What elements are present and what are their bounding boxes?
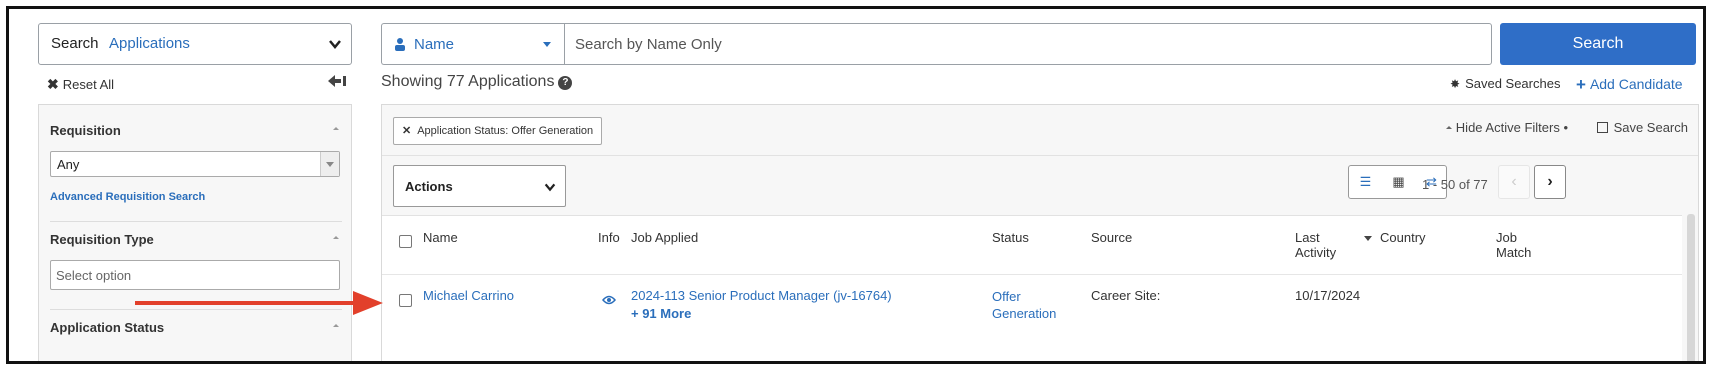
- search-scope-label: Search: [51, 35, 99, 52]
- reset-all-button[interactable]: ✖ Reset All: [47, 76, 114, 93]
- search-scope-value: Applications: [109, 35, 190, 52]
- search-field-label: Name: [414, 36, 455, 53]
- requisition-select-value: Any: [57, 157, 80, 172]
- collapse-panel-icon[interactable]: [327, 74, 347, 88]
- job-applied-link[interactable]: 2024-113 Senior Product Manager (jv-1676…: [631, 288, 892, 303]
- collapse-up-icon[interactable]: [333, 324, 339, 327]
- search-field-select[interactable]: Name: [381, 23, 564, 65]
- saved-searches-link[interactable]: ✸ Saved Searches: [1450, 76, 1560, 91]
- active-filter-label: Application Status: Offer Generation: [417, 125, 594, 137]
- add-candidate-label: Add Candidate: [1589, 76, 1683, 92]
- column-header-status[interactable]: Status: [992, 230, 1029, 245]
- column-header-source[interactable]: Source: [1091, 230, 1132, 245]
- plus-icon: +: [1576, 75, 1586, 94]
- status-link-line2: Generation: [992, 306, 1057, 321]
- results-panel: ✕ Application Status: Offer Generation Hi…: [381, 104, 1699, 361]
- status-link-line1: Offer: [992, 289, 1021, 304]
- chevron-down-icon: [544, 183, 556, 192]
- requisition-type-input-container: [50, 260, 340, 290]
- requisition-filter-title[interactable]: Requisition: [50, 123, 121, 138]
- application-status-filter-title[interactable]: Application Status: [50, 320, 164, 335]
- filter-panel: Requisition Any Advanced Requisition Sea…: [38, 104, 352, 361]
- column-header-job-applied[interactable]: Job Applied: [631, 230, 698, 245]
- app-window: Search Applications Name Search ✖Reset A…: [6, 6, 1706, 364]
- collapse-up-icon: [1445, 126, 1452, 129]
- results-count: Showing 77 Applications?: [381, 73, 573, 91]
- requisition-type-filter-title[interactable]: Requisition Type: [50, 232, 154, 247]
- search-scope-select[interactable]: Search Applications: [38, 23, 352, 65]
- divider: [382, 274, 1682, 275]
- last-activity-value: 10/17/2024: [1295, 288, 1361, 303]
- list-view-icon[interactable]: ☰: [1349, 166, 1382, 198]
- collapse-up-icon[interactable]: [333, 236, 339, 239]
- remove-filter-icon[interactable]: ✕: [402, 125, 411, 137]
- dropdown-arrow-icon: [320, 152, 339, 176]
- column-header-last-activity[interactable]: Last Activity: [1295, 230, 1336, 260]
- search-input-container: [564, 23, 1492, 65]
- caret-down-icon: [543, 42, 551, 47]
- person-icon: [395, 38, 405, 51]
- column-header-job-match[interactable]: Job Match: [1496, 230, 1531, 260]
- requisition-type-input[interactable]: [51, 261, 339, 289]
- candidate-name-link[interactable]: Michael Carrino: [423, 288, 514, 303]
- hide-active-filters-label: Hide Active Filters •: [1455, 120, 1568, 135]
- sort-desc-icon[interactable]: [1364, 236, 1372, 241]
- actions-dropdown[interactable]: Actions: [393, 165, 566, 207]
- saved-searches-label: Saved Searches: [1465, 76, 1561, 91]
- requisition-select[interactable]: Any: [50, 151, 340, 177]
- scrollbar[interactable]: [1687, 214, 1695, 361]
- divider: [50, 221, 342, 222]
- column-header-last-activity-line1: Last: [1295, 230, 1320, 245]
- column-header-info: Info: [598, 230, 620, 245]
- column-header-last-activity-line2: Activity: [1295, 245, 1337, 260]
- search-button[interactable]: Search: [1500, 23, 1696, 65]
- close-icon: ✖: [47, 76, 59, 92]
- grid-view-icon[interactable]: ▦: [1382, 166, 1415, 198]
- results-table: Name Info Job Applied Status Source Last…: [382, 215, 1682, 361]
- pagination-text: 1 - 50 of 77: [1422, 177, 1488, 192]
- advanced-requisition-search-link[interactable]: Advanced Requisition Search: [50, 191, 205, 203]
- save-icon: [1596, 122, 1608, 133]
- save-search-label: Save Search: [1613, 120, 1688, 135]
- actions-label: Actions: [405, 179, 453, 194]
- column-header-name[interactable]: Name: [423, 230, 458, 245]
- help-icon[interactable]: ?: [558, 76, 573, 90]
- gear-icon: ✸: [1450, 77, 1461, 91]
- more-jobs-link[interactable]: + 91 More: [631, 306, 691, 321]
- collapse-up-icon[interactable]: [333, 127, 339, 130]
- prev-page-button[interactable]: ‹: [1498, 165, 1530, 199]
- divider: [382, 155, 1698, 156]
- reset-all-label: Reset All: [62, 77, 115, 92]
- column-header-job-match-line1: Job: [1496, 230, 1517, 245]
- status-link[interactable]: Offer Generation: [992, 288, 1056, 322]
- save-search-link[interactable]: Save Search: [1596, 120, 1688, 135]
- next-page-button[interactable]: ›: [1534, 165, 1566, 199]
- chevron-down-icon: [329, 40, 341, 49]
- row-checkbox[interactable]: [399, 294, 412, 307]
- add-candidate-link[interactable]: + Add Candidate: [1576, 75, 1683, 95]
- column-header-country[interactable]: Country: [1380, 230, 1426, 245]
- column-header-job-match-line2: Match: [1496, 245, 1532, 260]
- active-filter-chip[interactable]: ✕ Application Status: Offer Generation: [393, 117, 603, 145]
- eye-icon[interactable]: [602, 295, 616, 305]
- source-value: Career Site:: [1091, 288, 1161, 303]
- annotation-arrow-icon: [135, 291, 383, 315]
- hide-active-filters-link[interactable]: Hide Active Filters •: [1445, 120, 1568, 135]
- results-count-text: Showing 77 Applications: [381, 73, 555, 90]
- select-all-checkbox[interactable]: [399, 235, 412, 248]
- search-input[interactable]: [565, 24, 1491, 64]
